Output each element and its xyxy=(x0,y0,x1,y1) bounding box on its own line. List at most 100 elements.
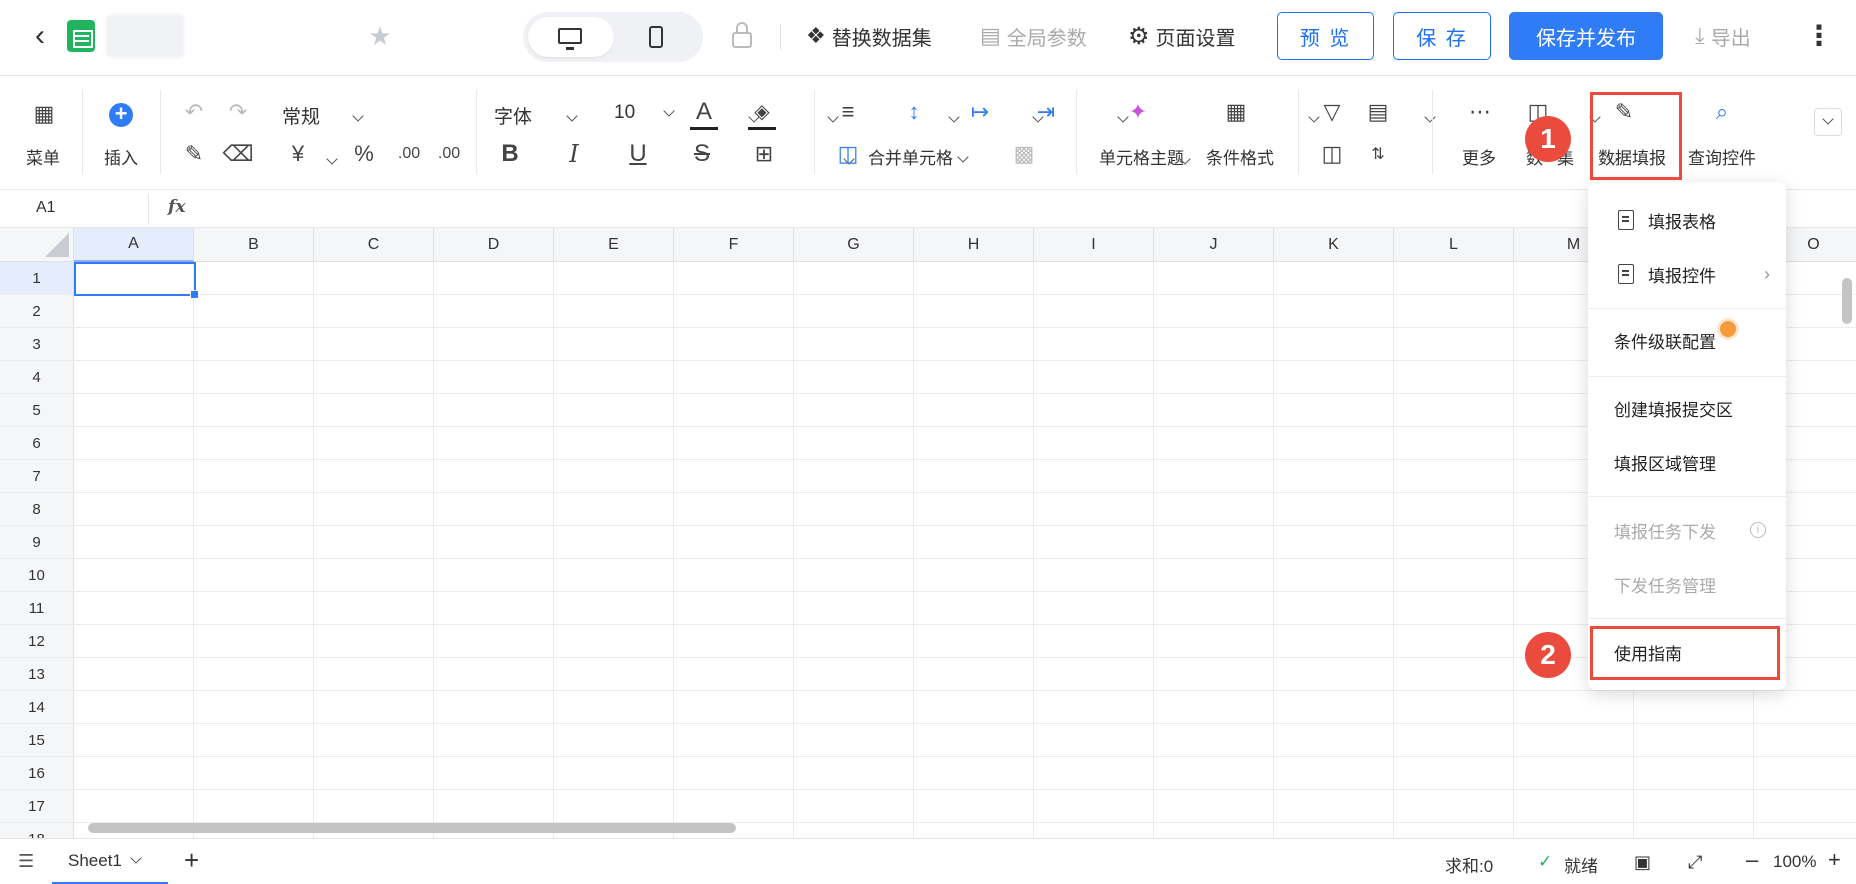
conditional-format-icon[interactable]: ▦ xyxy=(1222,98,1250,126)
eraser-icon[interactable]: ⌫ xyxy=(222,140,253,168)
page-settings-button[interactable]: ⚙ 页面设置 xyxy=(1128,18,1236,54)
diagonal-border-icon[interactable]: ▩ xyxy=(1010,140,1038,168)
mobile-view-button[interactable] xyxy=(613,17,699,57)
dd-fill-table[interactable]: 填报表格 xyxy=(1588,194,1786,246)
zoom-out-icon[interactable]: – xyxy=(1746,847,1758,873)
row-header[interactable]: 4 xyxy=(0,361,74,394)
insert-label[interactable]: 插入 xyxy=(104,144,138,169)
desktop-view-button[interactable] xyxy=(528,17,614,57)
column-header[interactable]: H xyxy=(914,228,1034,262)
dd-fill-control[interactable]: 填报控件 › xyxy=(1588,248,1786,300)
text-wrap-icon[interactable]: ↦ xyxy=(966,98,994,126)
dd-dispatch-task[interactable]: 填报任务下发 i xyxy=(1588,504,1786,556)
column-header[interactable]: L xyxy=(1394,228,1514,262)
sheet-grid[interactable]: ABCDEFGHIJKLMNO 123456789101112131415161… xyxy=(0,228,1856,838)
dd-cascade-config[interactable]: 条件级联配置 xyxy=(1588,314,1786,366)
zoom-in-icon[interactable]: + xyxy=(1828,847,1841,873)
grid-menu-icon[interactable]: ▦ xyxy=(30,100,58,128)
chart-style-icon[interactable]: ▤ xyxy=(1364,98,1392,126)
increase-decimal-icon[interactable]: .00 xyxy=(434,140,464,168)
indent-icon[interactable]: ⇥ xyxy=(1032,98,1060,126)
conditional-format-button[interactable]: 条件格式 xyxy=(1206,144,1274,169)
vertical-align-icon[interactable]: ↕ xyxy=(900,98,928,126)
row-header[interactable]: 15 xyxy=(0,724,74,757)
more-button[interactable]: 更多 xyxy=(1462,144,1496,169)
save-button[interactable]: 保 存 xyxy=(1393,12,1491,60)
row-header[interactable]: 17 xyxy=(0,790,74,823)
insert-plus-icon[interactable]: + xyxy=(109,103,133,127)
row-header[interactable]: 9 xyxy=(0,526,74,559)
row-header[interactable]: 1 xyxy=(0,262,74,295)
column-header[interactable]: I xyxy=(1034,228,1154,262)
percent-icon[interactable]: % xyxy=(350,140,378,168)
row-header[interactable]: 6 xyxy=(0,427,74,460)
redo-icon[interactable]: ↷ xyxy=(224,98,252,126)
column-header[interactable]: F xyxy=(674,228,794,262)
align-left-icon[interactable]: ≡ xyxy=(834,98,862,126)
column-header[interactable]: E xyxy=(554,228,674,262)
merge-cells-button[interactable]: 合并单元格 xyxy=(868,144,969,169)
row-header[interactable]: 8 xyxy=(0,493,74,526)
replace-dataset-button[interactable]: ❖ 替换数据集 xyxy=(806,18,932,54)
row-header[interactable]: 16 xyxy=(0,757,74,790)
undo-icon[interactable]: ↶ xyxy=(180,98,208,126)
cell-theme-button[interactable]: 单元格主题 xyxy=(1099,144,1184,169)
horizontal-scrollbar[interactable] xyxy=(88,823,736,833)
sparkle-icon[interactable]: ✦ xyxy=(1124,98,1152,126)
select-all-corner[interactable] xyxy=(0,228,74,262)
dd-create-submit-area[interactable]: 创建填报提交区 xyxy=(1588,382,1786,434)
expand-toolbar-icon[interactable] xyxy=(1814,108,1842,136)
sheet-list-icon[interactable]: ☰ xyxy=(18,851,34,872)
row-header[interactable]: 7 xyxy=(0,460,74,493)
row-header[interactable]: 3 xyxy=(0,328,74,361)
row-header[interactable]: 14 xyxy=(0,691,74,724)
query-control-icon[interactable]: ⌕ xyxy=(1708,98,1736,126)
underline-icon[interactable]: U xyxy=(624,140,652,168)
column-header[interactable]: K xyxy=(1274,228,1394,262)
fullscreen-icon[interactable]: ⤢ xyxy=(1688,852,1702,873)
column-header[interactable]: D xyxy=(434,228,554,262)
global-params-button[interactable]: ▤ 全局参数 xyxy=(980,18,1087,54)
row-header[interactable]: 10 xyxy=(0,559,74,592)
preview-button[interactable]: 预 览 xyxy=(1277,12,1374,60)
save-publish-button[interactable]: 保存并发布 xyxy=(1509,12,1663,60)
back-arrow-icon[interactable]: ‹ xyxy=(24,19,56,52)
menu-label[interactable]: 菜单 xyxy=(26,144,60,169)
row-header[interactable]: 12 xyxy=(0,625,74,658)
lock-icon[interactable] xyxy=(730,20,754,52)
report-title-blurred[interactable] xyxy=(106,14,184,58)
dd-fill-area-manage[interactable]: 填报区域管理 xyxy=(1588,436,1786,488)
italic-icon[interactable]: I xyxy=(560,140,588,168)
row-header[interactable]: 2 xyxy=(0,295,74,328)
number-format-select[interactable]: 常规 xyxy=(282,102,364,129)
split-column-icon[interactable]: ◫ xyxy=(1318,140,1346,168)
sheet-tab[interactable]: Sheet1 xyxy=(52,839,168,884)
more-dots-icon[interactable]: ⋯ xyxy=(1466,98,1494,126)
column-header[interactable]: J xyxy=(1154,228,1274,262)
fit-page-icon[interactable]: ▣ xyxy=(1634,852,1651,873)
decrease-decimal-icon[interactable]: .00 xyxy=(394,140,424,168)
column-header[interactable]: A xyxy=(74,228,194,262)
font-family-select[interactable]: 字体 xyxy=(494,102,578,129)
row-header[interactable]: 5 xyxy=(0,394,74,427)
format-painter-icon[interactable]: ✎ xyxy=(180,140,208,168)
fill-color-icon[interactable]: ◈ xyxy=(748,96,776,130)
selected-cell-A1[interactable] xyxy=(74,262,199,299)
strikethrough-icon[interactable]: S xyxy=(688,140,716,168)
row-header[interactable]: 13 xyxy=(0,658,74,691)
column-header[interactable]: B xyxy=(194,228,314,262)
add-sheet-icon[interactable]: + xyxy=(184,845,199,876)
vertical-scrollbar[interactable] xyxy=(1842,278,1852,324)
font-color-icon[interactable]: A xyxy=(690,96,718,130)
query-control-button[interactable]: 查询控件 xyxy=(1688,144,1756,169)
bold-icon[interactable]: B xyxy=(496,140,524,168)
column-header[interactable]: G xyxy=(794,228,914,262)
filter-icon[interactable]: ▽ xyxy=(1318,98,1346,126)
zoom-level[interactable]: 100% xyxy=(1773,852,1816,872)
row-header[interactable]: 18 xyxy=(0,823,74,838)
column-header[interactable]: C xyxy=(314,228,434,262)
cell-name-box[interactable]: A1 xyxy=(36,199,56,217)
row-header[interactable]: 11 xyxy=(0,592,74,625)
star-icon[interactable]: ★ xyxy=(366,21,394,51)
sort-az-icon[interactable]: ⇅ xyxy=(1364,140,1392,168)
